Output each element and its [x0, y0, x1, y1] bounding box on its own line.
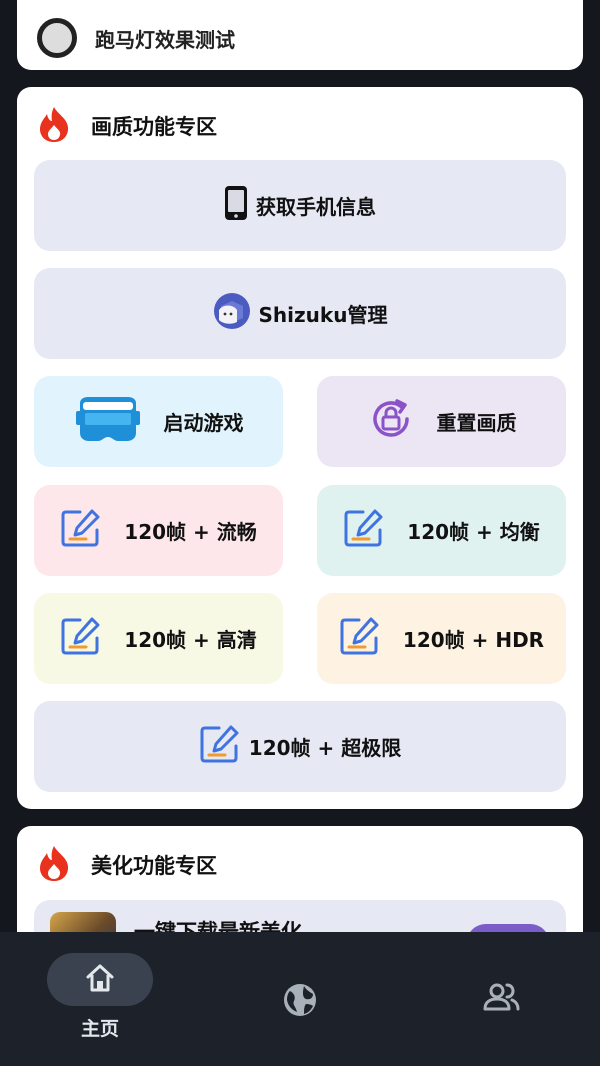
lock-reset-icon — [367, 395, 415, 448]
edit-icon — [343, 508, 385, 553]
quality-section-card: 画质功能专区 获取手机信息 Shizuku管理 启动游戏 重置画质 120帧 +… — [17, 87, 583, 809]
fps-120-smooth-button[interactable]: 120帧 + 流畅 — [34, 485, 283, 576]
shizuku-icon — [213, 292, 251, 335]
smartphone-icon — [224, 185, 248, 226]
fps-120-hd-button[interactable]: 120帧 + 高清 — [34, 593, 283, 684]
vr-headset-icon — [74, 393, 142, 450]
edit-icon — [339, 616, 381, 661]
shizuku-manage-button[interactable]: Shizuku管理 — [34, 268, 566, 359]
fps-120-smooth-label: 120帧 + 流畅 — [124, 520, 257, 544]
quality-section-title: 画质功能专区 — [91, 115, 217, 139]
bottom-nav-bar: 主页 — [0, 932, 600, 1066]
nav-discover[interactable] — [200, 932, 400, 1066]
flame-icon — [37, 844, 71, 886]
home-icon — [84, 963, 116, 997]
launch-game-button[interactable]: 启动游戏 — [34, 376, 283, 467]
globe-icon — [282, 982, 318, 1022]
nav-home-label: 主页 — [80, 1018, 119, 1040]
fps-120-hdr-label: 120帧 + HDR — [402, 628, 545, 652]
nav-home-active-indicator — [47, 953, 153, 1006]
get-phone-info-label: 获取手机信息 — [256, 195, 376, 219]
fps-120-balanced-button[interactable]: 120帧 + 均衡 — [317, 485, 566, 576]
beauty-section-title: 美化功能专区 — [91, 854, 217, 878]
beauty-section-header: 美化功能专区 — [37, 844, 217, 886]
avatar — [37, 18, 77, 58]
marquee-test-card[interactable]: 跑马灯效果测试 — [17, 0, 583, 70]
fps-120-balanced-label: 120帧 + 均衡 — [407, 520, 540, 544]
launch-game-label: 启动游戏 — [163, 411, 244, 435]
fps-120-hdr-button[interactable]: 120帧 + HDR — [317, 593, 566, 684]
nav-community[interactable] — [400, 932, 600, 1066]
fps-120-extreme-button[interactable]: 120帧 + 超极限 — [34, 701, 566, 792]
people-icon — [482, 982, 520, 1016]
reset-quality-label: 重置画质 — [436, 411, 517, 435]
edit-icon — [60, 508, 102, 553]
fps-120-extreme-label: 120帧 + 超极限 — [248, 736, 402, 760]
edit-icon — [199, 724, 241, 769]
marquee-test-label: 跑马灯效果测试 — [95, 27, 235, 52]
nav-home[interactable]: 主页 — [0, 932, 200, 1066]
quality-section-header: 画质功能专区 — [37, 105, 217, 147]
reset-quality-button[interactable]: 重置画质 — [317, 376, 566, 467]
shizuku-manage-label: Shizuku管理 — [258, 303, 388, 327]
fps-120-hd-label: 120帧 + 高清 — [124, 628, 257, 652]
get-phone-info-button[interactable]: 获取手机信息 — [34, 160, 566, 251]
flame-icon — [37, 105, 71, 147]
edit-icon — [60, 616, 102, 661]
